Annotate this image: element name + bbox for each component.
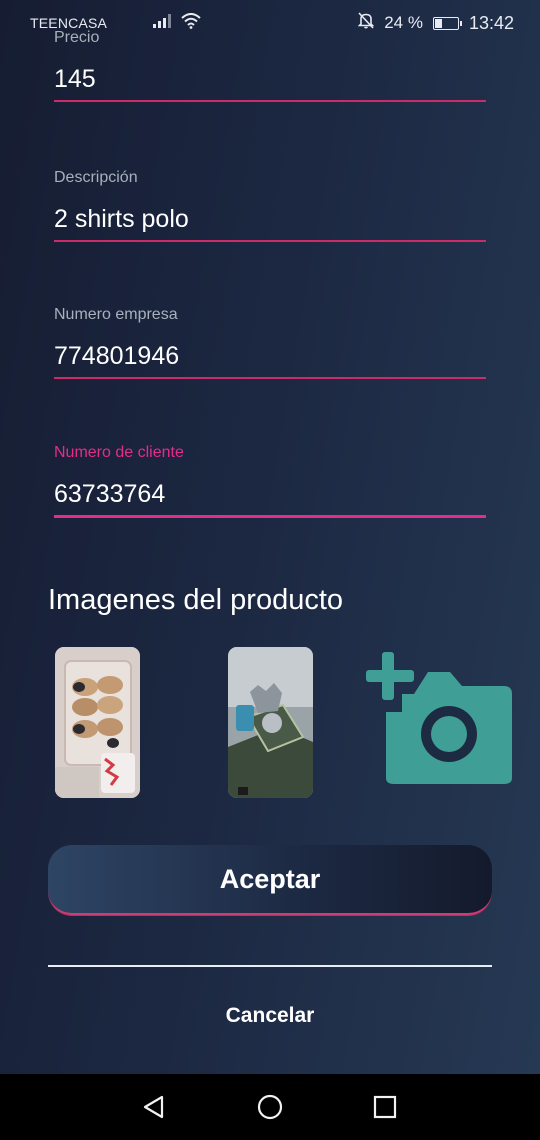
client-number-underline [54,515,486,518]
price-field[interactable]: Precio 145 [54,28,486,102]
divider [48,965,492,967]
client-number-field[interactable]: Numero de cliente 63733764 [54,443,486,518]
client-number-input[interactable]: 63733764 [54,477,486,511]
company-number-input[interactable]: 774801946 [54,339,486,373]
images-section-title: Imagenes del producto [48,584,344,616]
description-input[interactable]: 2 shirts polo [54,202,486,236]
cancel-button[interactable]: Cancelar [170,995,370,1037]
description-label: Descripción [54,169,138,186]
product-image-cookies[interactable] [55,647,140,798]
company-number-underline [54,377,486,379]
price-input[interactable]: 145 [54,62,486,96]
navigation-bar [0,1074,540,1140]
product-image-figurine[interactable] [228,647,313,798]
recent-apps-icon[interactable] [370,1092,400,1122]
description-underline [54,240,486,242]
add-photo-icon[interactable] [366,652,514,788]
description-field[interactable]: Descripción 2 shirts polo [54,168,486,242]
home-icon[interactable] [255,1092,285,1122]
price-label: Precio [54,29,100,46]
accept-button[interactable]: Aceptar [48,845,492,915]
client-number-label: Numero de cliente [54,444,184,461]
company-number-field[interactable]: Numero empresa 774801946 [54,305,486,379]
company-number-label: Numero empresa [54,306,178,323]
price-underline [54,100,486,102]
back-icon[interactable] [139,1092,169,1122]
